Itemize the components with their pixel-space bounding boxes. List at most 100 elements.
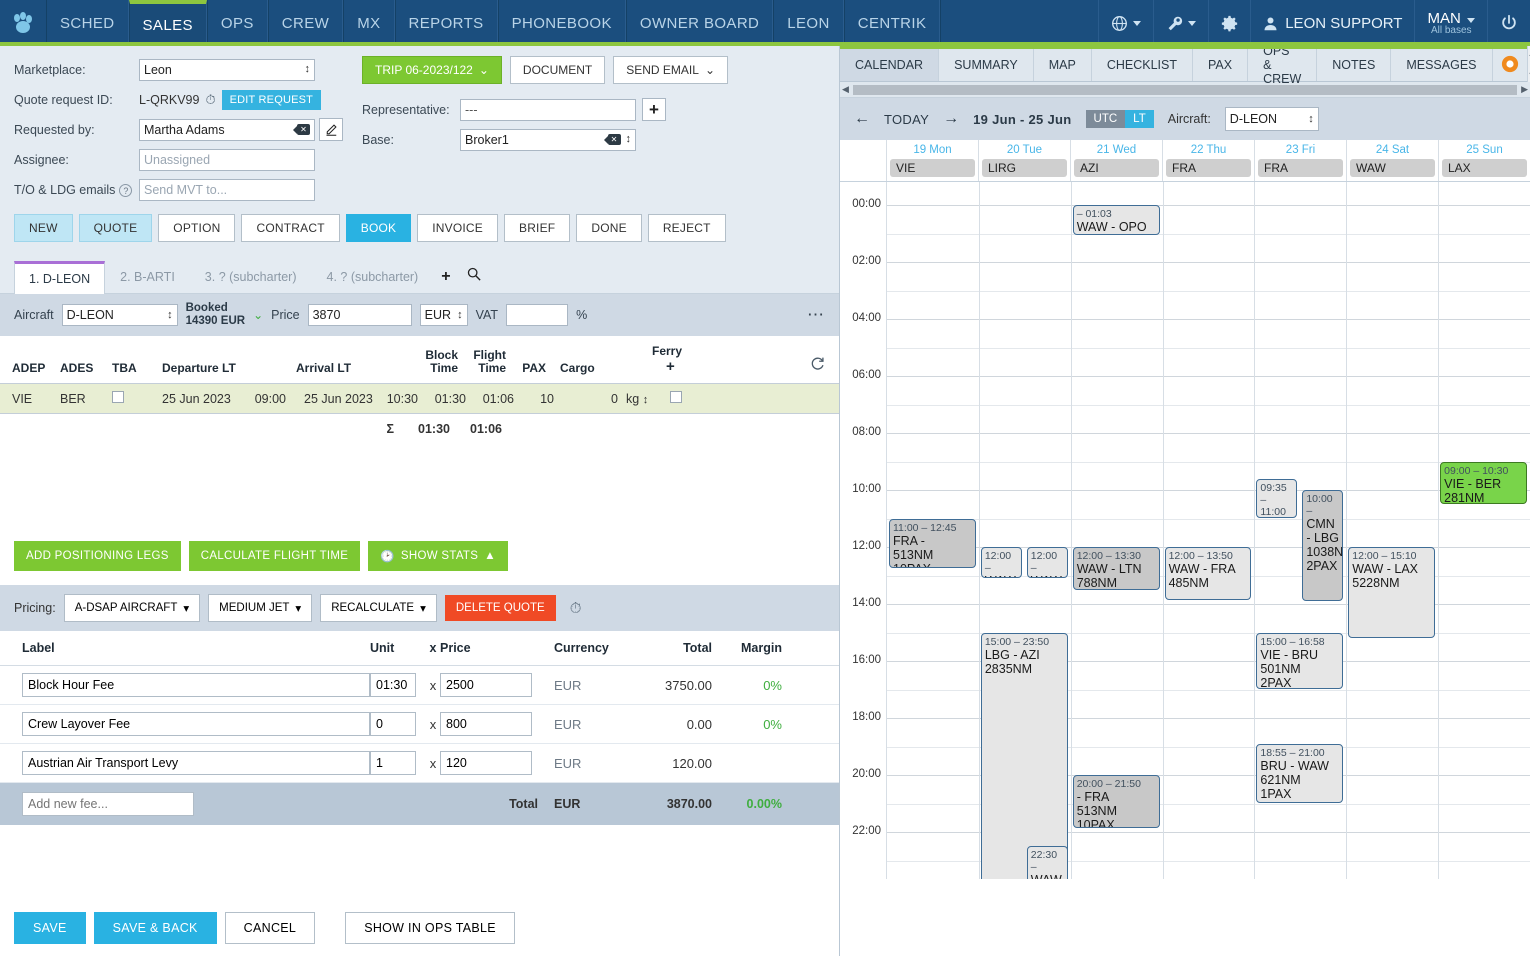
today-button[interactable]: TODAY bbox=[884, 112, 929, 127]
base-input[interactable]: Broker1 ✕ ↕ bbox=[460, 128, 636, 151]
currency-select[interactable]: EUR ↕ bbox=[419, 304, 468, 327]
nav-item-reports[interactable]: REPORTS bbox=[394, 0, 498, 46]
nav-item-sales[interactable]: SALES bbox=[128, 0, 207, 46]
tab-pax[interactable]: PAX bbox=[1193, 46, 1249, 81]
add-quote-button[interactable]: + bbox=[433, 268, 458, 286]
aircraft-select[interactable]: D-LEON ↕ bbox=[61, 304, 178, 327]
clear-icon[interactable]: ✕ bbox=[293, 124, 310, 135]
calendar-aircraft-select[interactable]: D-LEON ↕ bbox=[1224, 107, 1319, 131]
calendar-event[interactable]: 12:00 –WAW bbox=[1026, 547, 1068, 579]
edit-request-button[interactable]: EDIT REQUEST bbox=[221, 89, 322, 110]
calendar-event[interactable]: 20:00 – 21:50- FRA 513NM 10PAX bbox=[1072, 775, 1160, 828]
status-brief-button[interactable]: BRIEF bbox=[503, 214, 571, 242]
status-quote-button[interactable]: QUOTE bbox=[78, 214, 153, 242]
status-option-button[interactable]: OPTION bbox=[158, 214, 236, 242]
day-airport-badge[interactable]: AZI bbox=[1074, 159, 1159, 177]
representative-input[interactable]: --- bbox=[460, 98, 636, 121]
add-leg-button[interactable]: + bbox=[666, 358, 675, 375]
marketplace-select[interactable]: Leon ↕ bbox=[139, 58, 315, 81]
chevron-right-icon[interactable]: ▶ bbox=[1521, 84, 1528, 95]
tab-map[interactable]: MAP bbox=[1034, 46, 1092, 81]
day-airport-badge[interactable]: LIRG bbox=[982, 159, 1067, 177]
tab-messages[interactable]: MESSAGES bbox=[1391, 46, 1493, 81]
timezone-toggle[interactable]: UTC LT bbox=[1085, 110, 1154, 128]
fee-unit-input[interactable] bbox=[370, 712, 416, 737]
send-email-button[interactable]: SEND EMAIL ⌄ bbox=[613, 56, 728, 84]
panel-horizontal-scrollbar[interactable]: ◀ ▶ bbox=[840, 82, 1530, 98]
quote-tab-2[interactable]: 2. B-ARTI bbox=[105, 261, 190, 292]
status-invoice-button[interactable]: INVOICE bbox=[417, 214, 498, 242]
pricing-class-select[interactable]: MEDIUM JET ▾ bbox=[208, 594, 313, 623]
chevron-left-icon[interactable]: ◀ bbox=[842, 84, 849, 95]
nav-item-phonebook[interactable]: PHONEBOOK bbox=[497, 0, 626, 46]
status-done-button[interactable]: DONE bbox=[576, 214, 642, 242]
refresh-icon[interactable] bbox=[810, 356, 839, 375]
calendar-event[interactable]: 15:00 – 23:50 LBG - AZI 2835NM bbox=[980, 632, 1068, 879]
tba-checkbox[interactable] bbox=[112, 391, 124, 404]
recalculate-button[interactable]: RECALCULATE ▾ bbox=[320, 594, 437, 623]
calculate-flight-time-button[interactable]: CALCULATE FLIGHT TIME bbox=[188, 541, 361, 572]
requested-by-input[interactable]: Martha Adams ✕ bbox=[139, 118, 315, 141]
quote-tab-4[interactable]: 4. ? (subcharter) bbox=[312, 261, 434, 292]
tab-notes[interactable]: NOTES bbox=[1317, 46, 1392, 81]
status-book-button[interactable]: BOOK bbox=[345, 214, 412, 242]
delete-quote-button[interactable]: DELETE QUOTE bbox=[444, 595, 556, 622]
nav-item-leon[interactable]: LEON bbox=[773, 0, 844, 46]
utc-option[interactable]: UTC bbox=[1085, 110, 1126, 128]
show-stats-button[interactable]: 🕑 SHOW STATS ▲ bbox=[368, 541, 508, 572]
table-row[interactable]: VIE BER 25 Jun 2023 09:00 25 Jun 2023 10… bbox=[0, 384, 839, 415]
table-row[interactable]: x EUR 3750.00 0% bbox=[0, 666, 839, 706]
show-in-ops-table-button[interactable]: SHOW IN OPS TABLE bbox=[345, 912, 515, 944]
chevron-down-icon[interactable]: ⌄ bbox=[253, 308, 263, 322]
next-week-button[interactable]: → bbox=[943, 110, 959, 128]
history-icon[interactable]: ⏱ bbox=[205, 92, 215, 108]
help-icon[interactable]: ? bbox=[119, 183, 133, 197]
nav-item-owner-board[interactable]: OWNER BOARD bbox=[625, 0, 774, 46]
language-menu[interactable] bbox=[1098, 0, 1153, 46]
calendar-event[interactable]: 11:00 – 12:45FRA -513NM10PAX bbox=[889, 518, 976, 569]
tab-checklist[interactable]: CHECKLIST bbox=[1092, 46, 1193, 81]
tab-summary[interactable]: SUMMARY bbox=[939, 46, 1034, 81]
add-new-fee-input[interactable] bbox=[22, 792, 194, 817]
app-logo[interactable] bbox=[0, 0, 46, 46]
panel-vertical-scrollbar[interactable]: ▲ ▼ bbox=[1526, 46, 1530, 82]
scroll-thumb[interactable] bbox=[852, 84, 1518, 95]
vat-input[interactable] bbox=[506, 304, 569, 327]
fee-price-input[interactable] bbox=[440, 673, 532, 698]
calendar-event[interactable]: 10:00 –CMN - LBG1038NM2PAX bbox=[1302, 490, 1344, 602]
status-contract-button[interactable]: CONTRACT bbox=[241, 214, 340, 242]
calendar-event[interactable]: 15:00 – 16:58 VIE - BRU 501NM 2PAX bbox=[1256, 632, 1344, 689]
clear-icon[interactable]: ✕ bbox=[603, 134, 621, 145]
day-airport-badge[interactable]: FRA bbox=[1258, 159, 1343, 177]
more-options-button[interactable]: ⋯ bbox=[807, 305, 825, 325]
day-airport-badge[interactable]: FRA bbox=[1166, 159, 1251, 177]
pricing-aircraft-select[interactable]: A-DSAP AIRCRAFT ▾ bbox=[63, 594, 201, 623]
tab-ops-crew[interactable]: OPS & CREW bbox=[1248, 44, 1318, 86]
fee-label-input[interactable] bbox=[22, 673, 370, 698]
ferry-checkbox[interactable] bbox=[670, 391, 682, 404]
fee-price-input[interactable] bbox=[440, 712, 532, 737]
trip-button[interactable]: TRIP 06-2023/122 ⌄ bbox=[362, 56, 502, 84]
search-icon[interactable] bbox=[459, 267, 489, 286]
cancel-button[interactable]: CANCEL bbox=[224, 912, 316, 944]
calendar-event[interactable]: 12:00 – 13:30WAW - LTN788NM2PAX bbox=[1072, 547, 1160, 590]
nav-item-mx[interactable]: MX bbox=[343, 0, 395, 46]
day-airport-badge[interactable]: WAW bbox=[1350, 159, 1435, 177]
user-menu[interactable]: MAN All bases bbox=[1414, 0, 1487, 46]
day-airport-badge[interactable]: VIE bbox=[890, 159, 975, 177]
fee-price-input[interactable] bbox=[440, 751, 532, 776]
calendar-event[interactable]: 09:00 – 10:30VIE - BER281NM10PAX bbox=[1440, 461, 1527, 505]
fee-label-input[interactable] bbox=[22, 712, 370, 737]
cargo-unit-select[interactable]: kg ↕ bbox=[622, 392, 656, 406]
logout-button[interactable] bbox=[1487, 0, 1530, 46]
save-button[interactable]: SAVE bbox=[14, 912, 86, 944]
nav-item-sched[interactable]: SCHED bbox=[46, 0, 129, 46]
calendar-event[interactable]: 12:00 –WAW - WRO bbox=[980, 547, 1022, 579]
fee-label-input[interactable] bbox=[22, 751, 370, 776]
nav-item-crew[interactable]: CREW bbox=[267, 0, 344, 46]
add-representative-button[interactable]: + bbox=[642, 98, 666, 121]
calendar-event[interactable]: 12:00 – 13:50 WAW - FRA 485NM bbox=[1164, 547, 1252, 600]
calendar-event[interactable]: 09:35 – 11:00FRA - W336NM bbox=[1256, 478, 1298, 519]
add-positioning-legs-button[interactable]: ADD POSITIONING LEGS bbox=[14, 541, 181, 572]
assignee-input[interactable]: Unassigned bbox=[139, 148, 315, 171]
